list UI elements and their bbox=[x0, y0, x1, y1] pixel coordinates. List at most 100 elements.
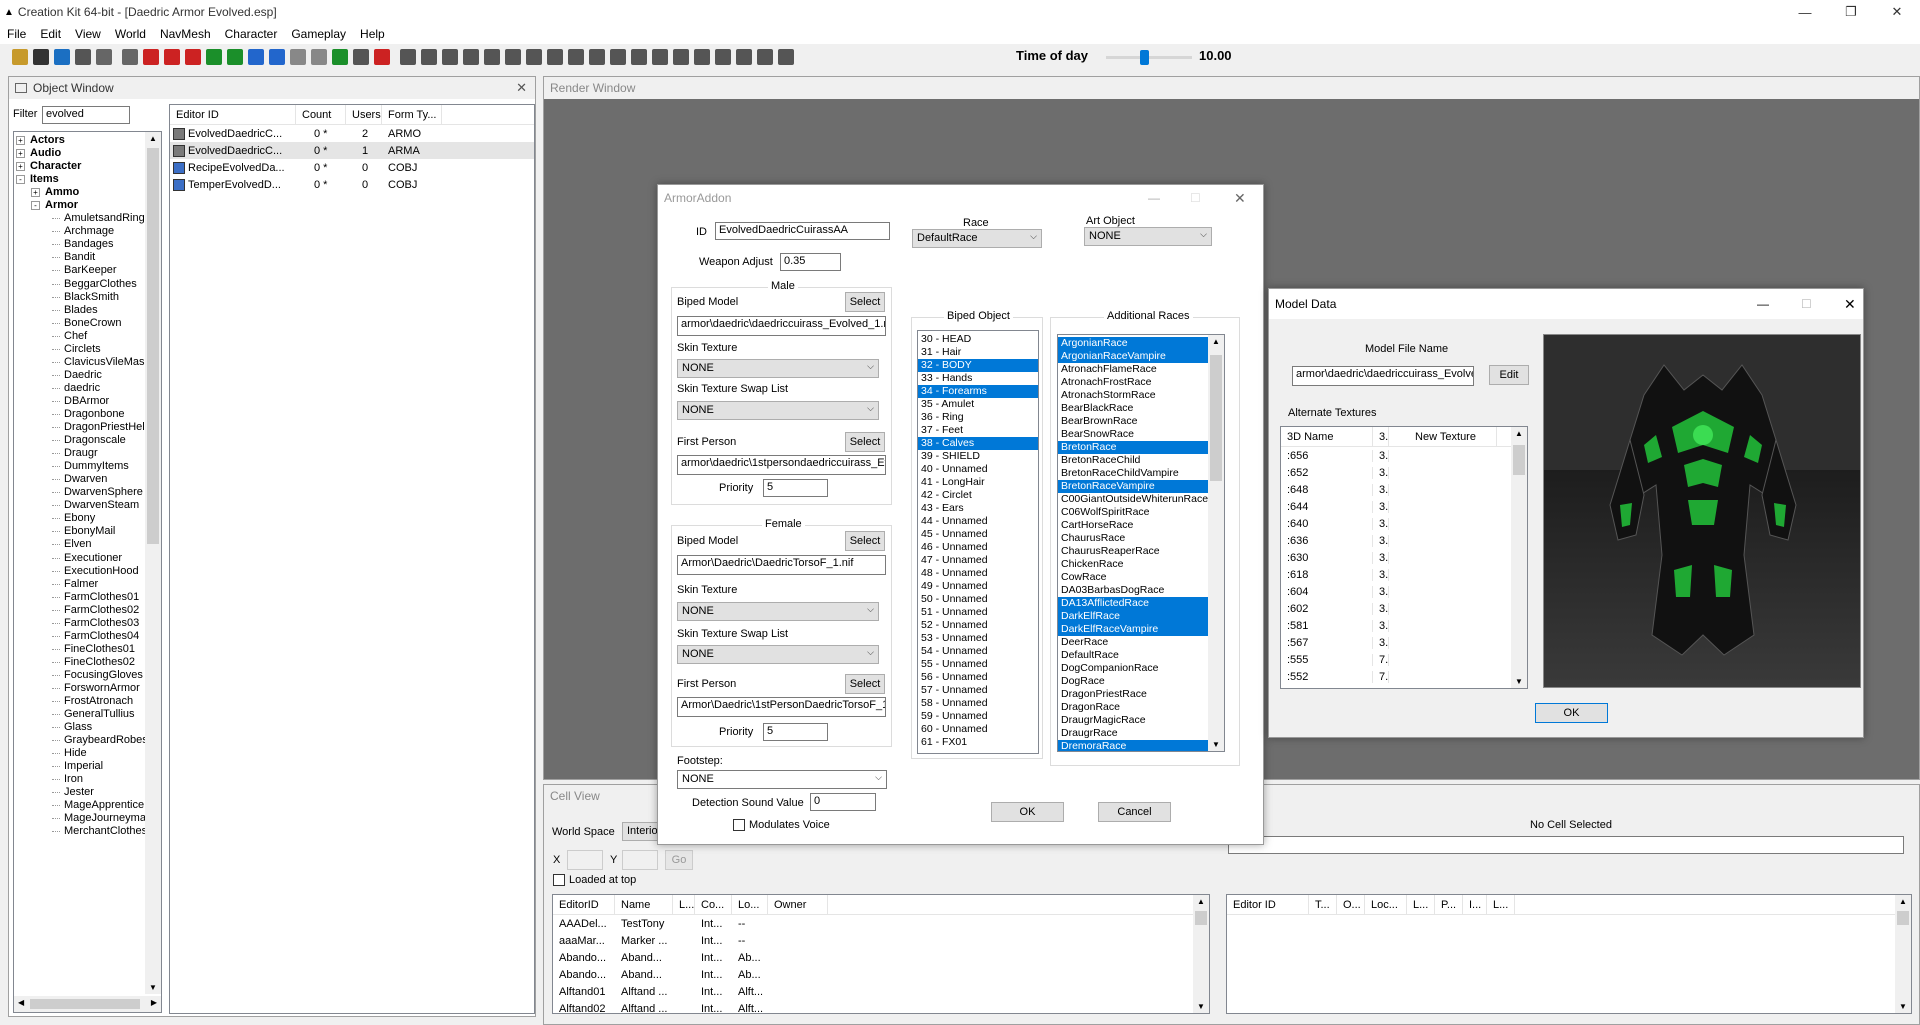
column-header[interactable]: L... bbox=[673, 895, 695, 915]
tree-item[interactable]: FocusingGloves bbox=[14, 669, 147, 682]
toolbar-tool-icon[interactable] bbox=[164, 49, 180, 65]
modulates-voice-checkbox[interactable] bbox=[733, 819, 745, 831]
column-header[interactable]: Owner bbox=[768, 895, 828, 915]
race-item[interactable]: DraugrRace bbox=[1058, 727, 1210, 740]
table-row[interactable]: Alftand01 Alftand ... Int... Alft... bbox=[553, 983, 1209, 1000]
tree-item[interactable]: DummyItems bbox=[14, 460, 147, 473]
column-header[interactable]: I... bbox=[1463, 895, 1487, 915]
race-item[interactable]: DarkElfRace bbox=[1058, 610, 1210, 623]
tree-item[interactable]: Blades bbox=[14, 304, 147, 317]
toolbar-tool-icon[interactable] bbox=[290, 49, 306, 65]
tree-item[interactable]: FarmClothes03 bbox=[14, 617, 147, 630]
biped-object-item[interactable]: 54 - Unnamed bbox=[918, 645, 1038, 658]
tree-item[interactable]: Daedric bbox=[14, 369, 147, 382]
toolbar-tool-icon[interactable] bbox=[353, 49, 369, 65]
scroll-right-icon[interactable]: ▶ bbox=[151, 998, 157, 1007]
menu-item-file[interactable]: File bbox=[0, 27, 33, 41]
tree-item[interactable]: Glass bbox=[14, 721, 147, 734]
tree-item[interactable]: Draugr bbox=[14, 447, 147, 460]
tree-item[interactable]: BarKeeper bbox=[14, 264, 147, 277]
toolbar-tool-icon[interactable] bbox=[12, 49, 28, 65]
biped-object-item[interactable]: 58 - Unnamed bbox=[918, 697, 1038, 710]
race-item[interactable]: BretonRaceChildVampire bbox=[1058, 467, 1210, 480]
biped-object-item[interactable]: 44 - Unnamed bbox=[918, 515, 1038, 528]
toolbar-tool-icon[interactable] bbox=[673, 49, 689, 65]
biped-object-item[interactable]: 50 - Unnamed bbox=[918, 593, 1038, 606]
toolbar-tool-icon[interactable] bbox=[568, 49, 584, 65]
table-row[interactable]: RecipeEvolvedDa... 0 * 0 COBJ bbox=[170, 159, 534, 176]
scroll-up-icon[interactable]: ▲ bbox=[1515, 429, 1523, 438]
toolbar-tool-icon[interactable] bbox=[463, 49, 479, 65]
race-item[interactable]: DA13AfflictedRace bbox=[1058, 597, 1210, 610]
male-priority-input[interactable]: 5 bbox=[763, 479, 828, 497]
cell-list-scrollbar[interactable]: ▲ ▼ bbox=[1193, 895, 1209, 1013]
toolbar-tool-icon[interactable] bbox=[421, 49, 437, 65]
table-row[interactable]: Alftand02 Alftand ... Int... Alft... bbox=[553, 1000, 1209, 1014]
biped-object-item[interactable]: 40 - Unnamed bbox=[918, 463, 1038, 476]
column-header[interactable]: Users bbox=[346, 105, 382, 125]
race-item[interactable]: ChickenRace bbox=[1058, 558, 1210, 571]
cell-search-input[interactable] bbox=[1228, 836, 1904, 854]
toolbar-tool-icon[interactable] bbox=[589, 49, 605, 65]
column-header[interactable]: Lo... bbox=[732, 895, 768, 915]
table-row[interactable]: :6523... bbox=[1281, 464, 1527, 481]
table-row[interactable]: :6043... bbox=[1281, 583, 1527, 600]
loaded-at-top-checkbox[interactable] bbox=[553, 874, 565, 886]
scroll-down-icon[interactable]: ▼ bbox=[1197, 1002, 1205, 1011]
tree-item[interactable]: Imperial bbox=[14, 760, 147, 773]
reference-list[interactable]: Editor ID T... O... Loc... L... P... I... L... … bbox=[1226, 894, 1912, 1014]
expand-icon[interactable]: + bbox=[31, 188, 40, 198]
toolbar-tool-icon[interactable] bbox=[505, 49, 521, 65]
table-row[interactable]: :5673... bbox=[1281, 634, 1527, 651]
column-header[interactable]: New Texture bbox=[1389, 427, 1497, 447]
race-item[interactable]: DremoraRace bbox=[1058, 740, 1210, 751]
tree-scrollbar[interactable]: ▲ ▼ bbox=[145, 132, 161, 994]
column-header[interactable]: Form Ty... bbox=[382, 105, 442, 125]
race-item[interactable]: BretonRace bbox=[1058, 441, 1210, 454]
menu-item-gameplay[interactable]: Gameplay bbox=[284, 27, 353, 41]
race-item[interactable]: BretonRaceChild bbox=[1058, 454, 1210, 467]
tree-item[interactable]: FrostAtronach bbox=[14, 695, 147, 708]
table-row[interactable]: EvolvedDaedricC... 0 * 1 ARMA bbox=[170, 142, 534, 159]
table-row[interactable]: TemperEvolvedD... 0 * 0 COBJ bbox=[170, 176, 534, 193]
go-button[interactable]: Go bbox=[665, 850, 693, 870]
tree-item[interactable]: GeneralTullius bbox=[14, 708, 147, 721]
model-data-ok-button[interactable]: OK bbox=[1535, 703, 1608, 723]
biped-object-item[interactable]: 53 - Unnamed bbox=[918, 632, 1038, 645]
toolbar-tool-icon[interactable] bbox=[442, 49, 458, 65]
menu-item-edit[interactable]: Edit bbox=[33, 27, 68, 41]
biped-object-item[interactable]: 56 - Unnamed bbox=[918, 671, 1038, 684]
scroll-down-icon[interactable]: ▼ bbox=[1212, 740, 1220, 749]
model-edit-button[interactable]: Edit bbox=[1489, 365, 1529, 385]
column-header[interactable]: T... bbox=[1309, 895, 1337, 915]
tree-item[interactable]: BoneCrown bbox=[14, 317, 147, 330]
column-header[interactable]: Co... bbox=[695, 895, 732, 915]
toolbar-tool-icon[interactable] bbox=[631, 49, 647, 65]
tree-item[interactable]: + Actors bbox=[14, 134, 147, 147]
race-item[interactable]: CartHorseRace bbox=[1058, 519, 1210, 532]
column-header[interactable]: P... bbox=[1435, 895, 1463, 915]
tree-item[interactable]: FineClothes02 bbox=[14, 656, 147, 669]
biped-object-item[interactable]: 33 - Hands bbox=[918, 372, 1038, 385]
toolbar-tool-icon[interactable] bbox=[694, 49, 710, 65]
toolbar-tool-icon[interactable] bbox=[248, 49, 264, 65]
tree-item[interactable]: DBArmor bbox=[14, 395, 147, 408]
tree-item[interactable]: ClavicusVileMask bbox=[14, 356, 150, 369]
close-icon[interactable]: ✕ bbox=[1844, 296, 1856, 313]
toolbar-tool-icon[interactable] bbox=[206, 49, 222, 65]
table-row[interactable]: :5813... bbox=[1281, 617, 1527, 634]
scroll-down-icon[interactable]: ▼ bbox=[149, 983, 157, 992]
toolbar-tool-icon[interactable] bbox=[54, 49, 70, 65]
tree-item[interactable]: DragonPriestHelm bbox=[14, 421, 154, 434]
biped-object-item[interactable]: 49 - Unnamed bbox=[918, 580, 1038, 593]
tree-item[interactable]: DwarvenSteam bbox=[14, 499, 147, 512]
hscroll-thumb[interactable] bbox=[30, 999, 140, 1009]
world-space-select[interactable]: Interior bbox=[622, 822, 662, 841]
male-biped-select-button[interactable]: Select bbox=[845, 292, 885, 312]
race-item[interactable]: ArgonianRaceVampire bbox=[1058, 350, 1210, 363]
toolbar-tool-icon[interactable] bbox=[715, 49, 731, 65]
scroll-left-icon[interactable]: ◀ bbox=[18, 998, 24, 1007]
race-item[interactable]: ChaurusReaperRace bbox=[1058, 545, 1210, 558]
tree-item[interactable]: Dragonscale bbox=[14, 434, 147, 447]
tree-item[interactable]: MageApprentice bbox=[14, 799, 147, 812]
